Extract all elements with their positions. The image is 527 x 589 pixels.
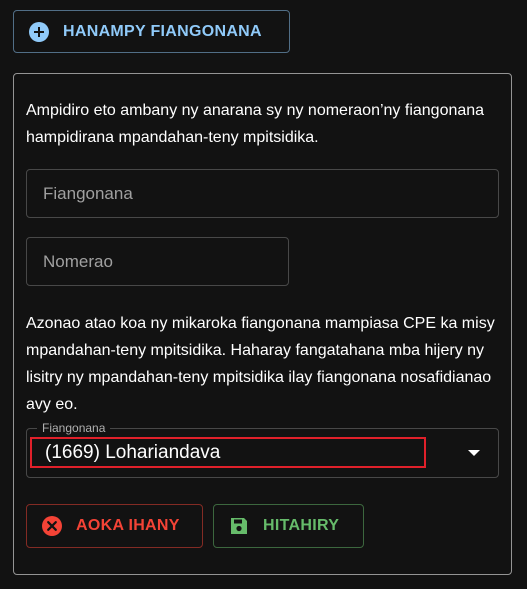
save-button[interactable]: HITAHIRY — [213, 504, 364, 548]
congregation-select-label: Fiangonana — [37, 420, 111, 436]
congregation-select[interactable]: Fiangonana (1669) Lohariandava — [26, 420, 499, 478]
dropdown-arrow-icon[interactable] — [468, 450, 480, 456]
page: HANAMPY FIANGONANA Ampidiro eto ambany n… — [0, 0, 527, 589]
cancel-button[interactable]: AOKA IHANY — [26, 504, 203, 548]
add-congregation-label: HANAMPY FIANGONANA — [63, 22, 262, 40]
cancel-button-label: AOKA IHANY — [76, 517, 180, 534]
save-icon — [229, 516, 249, 536]
plus-circle-icon — [29, 21, 49, 42]
add-congregation-form: Ampidiro eto ambany ny anarana sy ny nom… — [13, 73, 512, 575]
cancel-circle-icon — [42, 516, 62, 536]
church-name-input[interactable] — [26, 169, 499, 218]
congregation-select-value: (1669) Lohariandava — [30, 437, 426, 468]
add-congregation-button[interactable]: HANAMPY FIANGONANA — [13, 10, 290, 53]
save-button-label: HITAHIRY — [263, 517, 340, 534]
search-info-text: Azonao atao koa ny mikaroka fiangonana m… — [26, 315, 495, 413]
intro-text: Ampidiro eto ambany ny anarana sy ny nom… — [26, 102, 485, 146]
church-number-input[interactable] — [26, 237, 289, 286]
